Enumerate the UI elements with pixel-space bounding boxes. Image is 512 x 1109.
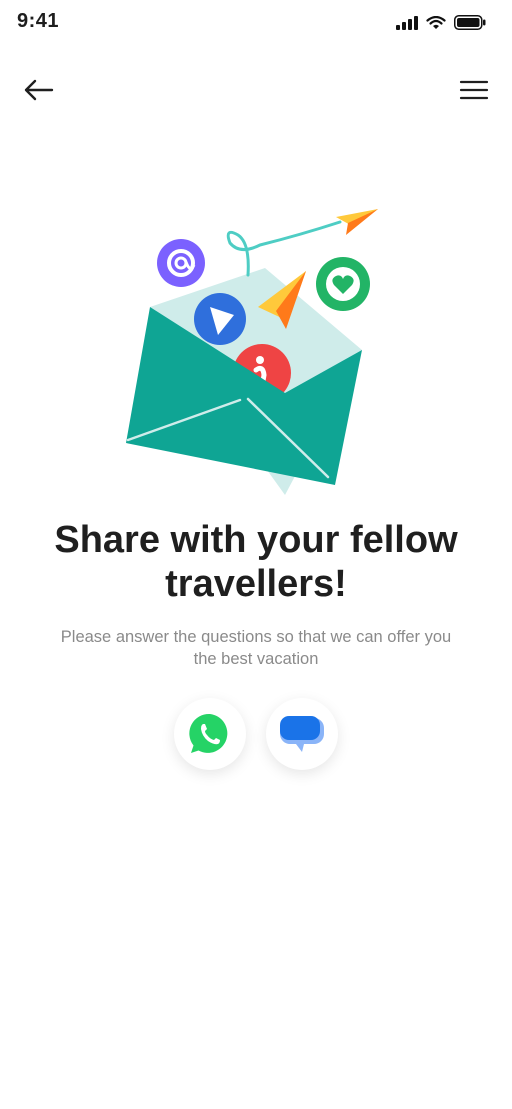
status-time: 9:41 <box>17 10 60 32</box>
menu-button[interactable] <box>456 72 490 108</box>
share-options <box>0 698 512 772</box>
email-at-icon <box>157 239 205 287</box>
play-icon <box>194 293 246 345</box>
messages-share-button[interactable] <box>266 698 338 770</box>
signal-icon <box>396 15 418 30</box>
status-icons <box>396 15 486 30</box>
whatsapp-icon <box>189 713 228 753</box>
hamburger-menu-icon <box>459 80 489 100</box>
messages-icon <box>280 716 324 752</box>
page-title: Share with your fellow travellers! <box>54 519 458 605</box>
whatsapp-share-button[interactable] <box>174 698 246 770</box>
page-subtitle: Please answer the questions so that we c… <box>60 628 452 668</box>
arrow-left-icon <box>24 79 54 101</box>
small-paper-plane-icon <box>336 209 378 235</box>
back-button[interactable] <box>20 72 56 108</box>
wifi-icon <box>426 15 446 29</box>
envelope-illustration <box>100 195 400 495</box>
status-bar: 9:41 <box>0 0 512 50</box>
nav-bar <box>0 68 512 112</box>
heart-icon <box>316 257 370 311</box>
battery-icon <box>454 15 486 30</box>
